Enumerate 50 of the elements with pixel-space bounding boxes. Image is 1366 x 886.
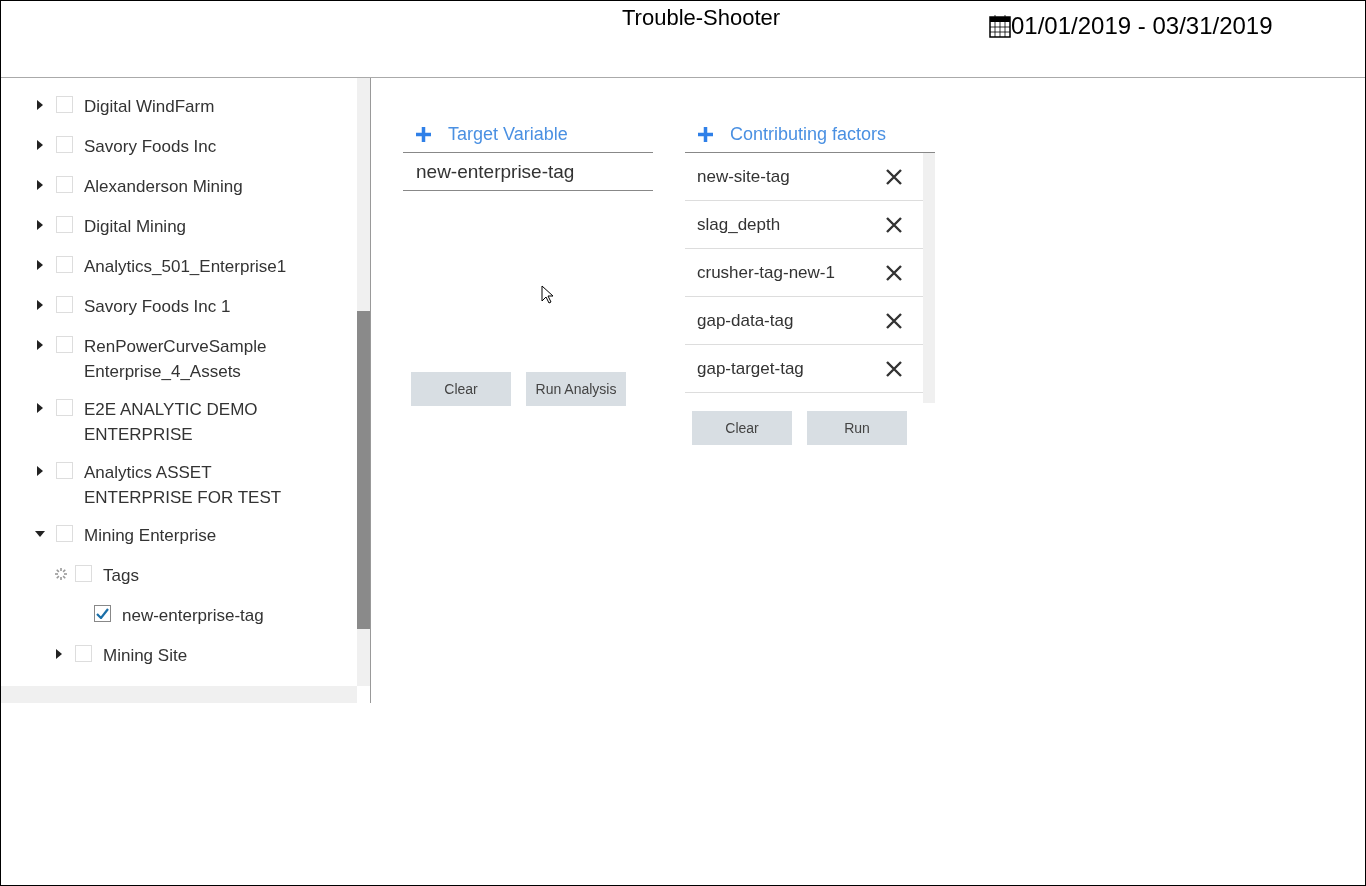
scrollbar-thumb[interactable]	[357, 311, 370, 629]
caret-right-icon[interactable]	[35, 403, 45, 413]
spinner-icon	[54, 567, 68, 581]
factor-name: new-site-tag	[697, 166, 790, 187]
tree-item-label[interactable]: Mining Enterprise	[84, 523, 294, 548]
close-button[interactable]	[885, 359, 903, 378]
tree-item-label[interactable]: Analytics ASSET ENTERPRISE FOR TEST	[84, 460, 294, 510]
panel-heading: Contributing factors	[730, 123, 887, 145]
mouse-pointer-icon	[541, 285, 555, 305]
tree-item-label[interactable]: Digital Mining	[84, 214, 294, 239]
date-range[interactable]: 01/01/2019 - 03/31/2019	[1011, 12, 1273, 40]
tree-item-label[interactable]: Savory Foods Inc 1	[84, 294, 294, 319]
plus-icon[interactable]	[697, 125, 714, 143]
clear-button[interactable]: Clear	[692, 411, 792, 445]
factor-name: gap-target-tag	[697, 358, 804, 379]
close-button[interactable]	[885, 167, 903, 186]
caret-right-icon[interactable]	[35, 466, 45, 476]
close-button[interactable]	[885, 311, 903, 330]
caret-right-icon[interactable]	[35, 220, 45, 230]
calendar-icon[interactable]	[989, 14, 1011, 38]
close-button[interactable]	[885, 215, 903, 234]
page-title: Trouble-Shooter	[622, 5, 781, 31]
caret-right-icon[interactable]	[35, 140, 45, 150]
plus-icon[interactable]	[415, 125, 432, 143]
tree-item-label[interactable]: E2E ANALYTIC DEMO ENTERPRISE	[84, 397, 294, 447]
factor-name: crusher-tag-new-1	[697, 262, 835, 283]
caret-right-icon[interactable]	[35, 180, 45, 190]
panel-heading: Target Variable	[448, 123, 568, 145]
factor-name: gap-data-tag	[697, 310, 794, 331]
caret-down-icon[interactable]	[35, 529, 45, 539]
target-variable-value: new-enterprise-tag	[403, 153, 653, 191]
caret-right-icon[interactable]	[35, 300, 45, 310]
caret-right-icon[interactable]	[35, 100, 45, 110]
tree-item-label[interactable]: new-enterprise-tag	[122, 603, 332, 628]
clear-button[interactable]: Clear	[411, 372, 511, 406]
tree-item-label[interactable]: Analytics_501_Enterprise1	[84, 254, 294, 279]
tree-item-label[interactable]: Tags	[103, 563, 313, 588]
caret-right-icon[interactable]	[54, 649, 64, 659]
tree-item-label[interactable]: Alexanderson Mining	[84, 174, 294, 199]
close-button[interactable]	[885, 263, 903, 282]
tree-item-label[interactable]: RenPowerCurveSample Enterprise_4_Assets	[84, 334, 294, 384]
run-button[interactable]: Run Analysis	[526, 372, 626, 406]
run-button[interactable]: Run	[807, 411, 907, 445]
tree-item-label[interactable]: Savory Foods Inc	[84, 134, 294, 159]
caret-right-icon[interactable]	[35, 260, 45, 270]
tree-item-label[interactable]: Mining Site	[103, 643, 313, 668]
checkbox[interactable]	[94, 605, 111, 622]
tree-item-label[interactable]: Digital WindFarm	[84, 94, 294, 119]
factor-name: slag_depth	[697, 214, 781, 235]
caret-right-icon[interactable]	[35, 340, 45, 350]
